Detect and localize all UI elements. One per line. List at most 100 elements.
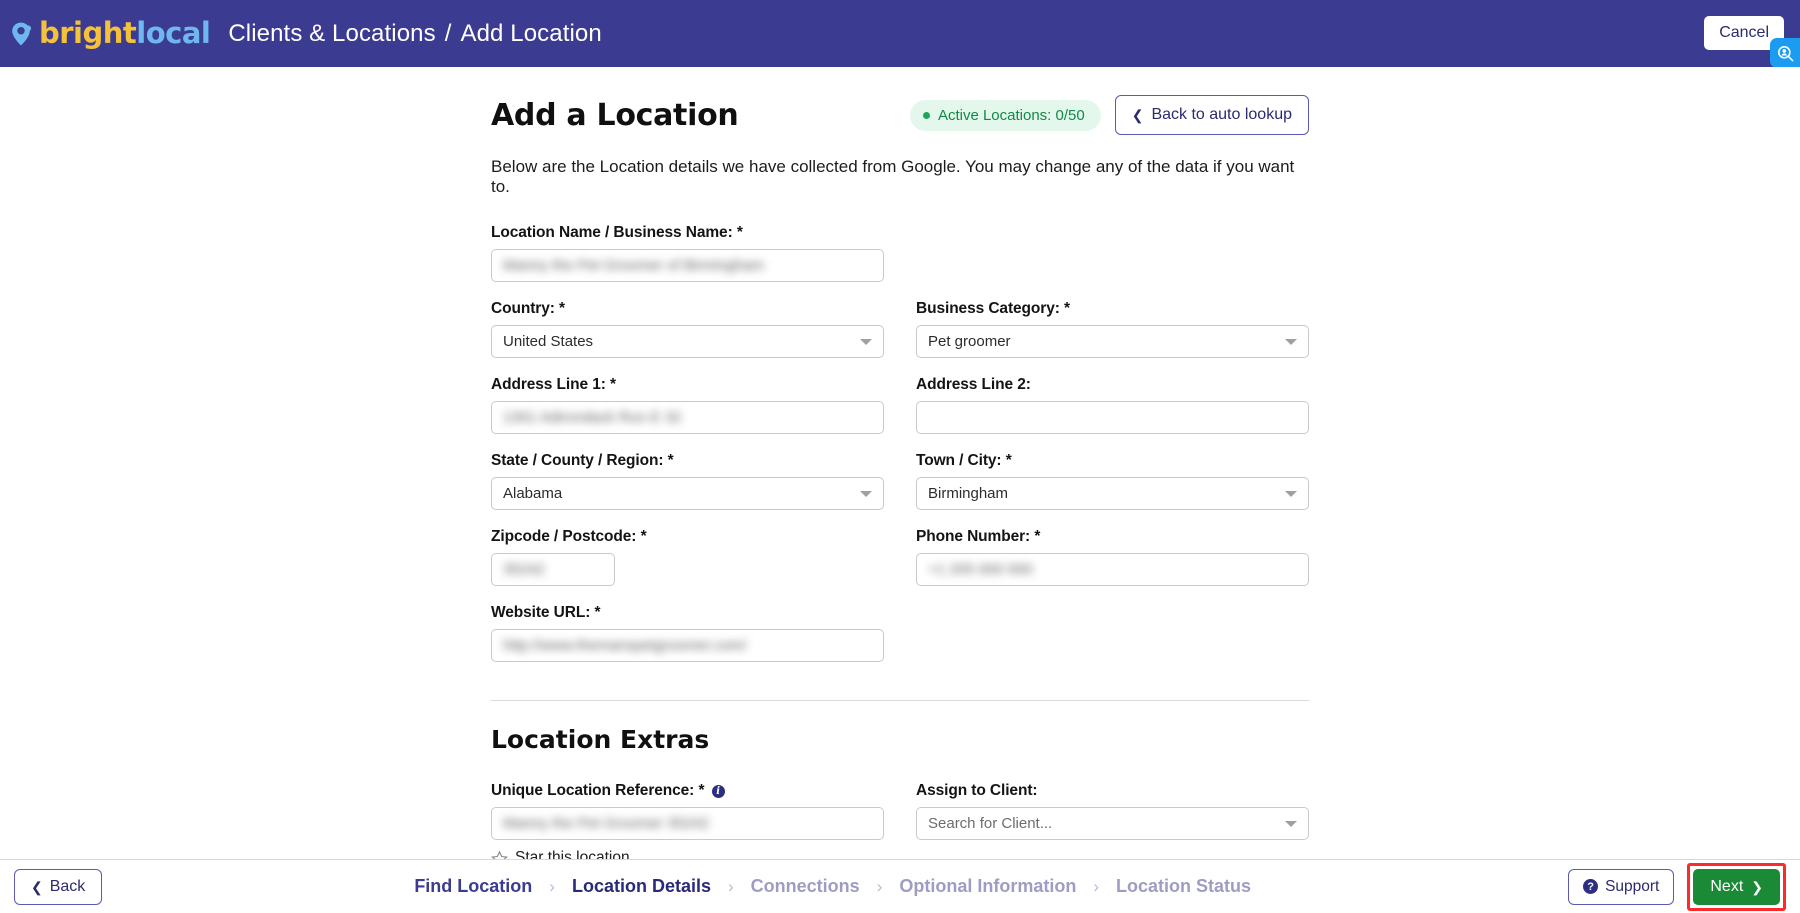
next-button[interactable]: Next ❯ [1693,869,1780,905]
form-container: Add a Location Active Locations: 0/50 ❮ … [491,67,1309,867]
input-zipcode[interactable]: 35242 [491,553,615,586]
page-title-actions: Active Locations: 0/50 ❮ Back to auto lo… [910,95,1309,135]
step-separator: › [877,877,883,897]
location-extras-form: Unique Location Reference: * i Manny the… [491,782,1309,847]
select-wrap-assign-to-client: Search for Client... [916,807,1309,840]
logo-text-bright: bright [39,16,136,50]
footer-actions: ? Support Next ❯ [1568,863,1786,911]
step-find-location[interactable]: Find Location [414,876,532,897]
label-zipcode-text: Zipcode / Postcode: [491,528,636,545]
support-button[interactable]: ? Support [1568,869,1674,905]
next-button-label: Next [1710,878,1743,896]
back-button-label: Back [50,878,86,896]
step-optional-information[interactable]: Optional Information [899,876,1076,897]
user-search-icon[interactable] [1770,38,1800,68]
label-location-name: Location Name / Business Name: * [491,224,884,242]
label-town-city-text: Town / City: [916,452,1001,469]
step-connections[interactable]: Connections [751,876,860,897]
breadcrumb-parent[interactable]: Clients & Locations [228,20,435,48]
step-separator: › [549,877,555,897]
required-asterisk: * [595,604,601,621]
label-address-line-2-text: Address Line 2: [916,376,1031,393]
user-search-glyph [1776,44,1795,63]
label-website-url-text: Website URL: [491,604,590,621]
required-asterisk: * [698,782,704,799]
select-country[interactable]: United States [491,325,884,358]
field-website-url: Website URL: * http://www.themanspetgroo… [491,604,884,662]
select-business-category[interactable]: Pet groomer [916,325,1309,358]
label-address-line-1-text: Address Line 1: [491,376,606,393]
section-title-location-extras: Location Extras [491,725,1309,754]
wizard-steps: Find Location › Location Details › Conne… [414,876,1251,897]
label-business-category: Business Category: * [916,300,1309,318]
select-wrap-state-region: Alabama [491,477,884,510]
back-button[interactable]: ❮ Back [14,869,102,905]
select-wrap-town-city: Birmingham [916,477,1309,510]
select-wrap-business-category: Pet groomer [916,325,1309,358]
field-business-category: Business Category: * Pet groomer [916,300,1309,358]
label-phone-number-text: Phone Number: [916,528,1030,545]
logo-text-local: local [136,16,210,50]
label-state-region: State / County / Region: * [491,452,884,470]
label-unique-location-reference: Unique Location Reference: * i [491,782,884,800]
select-assign-to-client[interactable]: Search for Client... [916,807,1309,840]
breadcrumb: Clients & Locations / Add Location [228,20,601,48]
info-icon[interactable]: i [712,785,725,798]
required-asterisk: * [1006,452,1012,469]
field-address-line-1: Address Line 1: * 1301 Adirondack Run E … [491,376,884,434]
input-location-name[interactable]: Manny the Pet Groomer of Birmingham [491,249,884,282]
app-header: brightlocal Clients & Locations / Add Lo… [0,0,1800,67]
input-unique-location-reference-value: Manny the Pet Groomer 35242 [503,815,709,832]
breadcrumb-separator: / [445,20,452,48]
section-divider [491,700,1309,701]
field-state-region: State / County / Region: * Alabama [491,452,884,510]
label-country-text: Country: [491,300,555,317]
label-unique-location-reference-text: Unique Location Reference: [491,782,694,799]
label-address-line-1: Address Line 1: * [491,376,884,394]
brightlocal-logo[interactable]: brightlocal [8,19,210,48]
required-asterisk: * [737,224,743,241]
label-zipcode: Zipcode / Postcode: * [491,528,884,546]
page-title: Add a Location [491,98,738,133]
input-unique-location-reference[interactable]: Manny the Pet Groomer 35242 [491,807,884,840]
input-address-line-1-value: 1301 Adirondack Run E 32 [503,409,681,426]
field-town-city: Town / City: * Birmingham [916,452,1309,510]
field-assign-to-client: Assign to Client: Search for Client... [916,782,1309,840]
step-separator: › [728,877,734,897]
input-website-url-value: http://www.themanspetgroomer.com/ [503,637,746,654]
location-details-form: Location Name / Business Name: * Manny t… [491,224,1309,680]
next-button-highlight: Next ❯ [1687,863,1786,911]
label-country: Country: * [491,300,884,318]
input-location-name-value: Manny the Pet Groomer of Birmingham [503,257,764,274]
active-locations-text: Active Locations: 0/50 [938,107,1085,124]
field-zipcode: Zipcode / Postcode: * 35242 [491,528,884,586]
input-phone-number[interactable]: +1 205 000 000 [916,553,1309,586]
label-website-url: Website URL: * [491,604,884,622]
required-asterisk: * [641,528,647,545]
page-body: Add a Location Active Locations: 0/50 ❮ … [0,67,1800,913]
input-address-line-1[interactable]: 1301 Adirondack Run E 32 [491,401,884,434]
wizard-footer: ❮ Back Find Location › Location Details … [0,859,1800,913]
back-to-auto-lookup-label: Back to auto lookup [1151,106,1292,124]
required-asterisk: * [610,376,616,393]
page-title-row: Add a Location Active Locations: 0/50 ❮ … [491,93,1309,137]
spacer [916,604,1309,680]
chevron-right-icon: ❯ [1751,880,1763,894]
breadcrumb-current: Add Location [460,20,601,48]
field-country: Country: * United States [491,300,884,358]
chevron-left-icon: ❮ [1132,108,1144,122]
input-website-url[interactable]: http://www.themanspetgroomer.com/ [491,629,884,662]
label-assign-to-client-text: Assign to Client: [916,782,1037,799]
field-location-name: Location Name / Business Name: * Manny t… [491,224,884,282]
required-asterisk: * [668,452,674,469]
field-phone-number: Phone Number: * +1 205 000 000 [916,528,1309,586]
status-dot-icon [923,112,930,119]
label-business-category-text: Business Category: [916,300,1060,317]
step-location-details[interactable]: Location Details [572,876,711,897]
back-to-auto-lookup-button[interactable]: ❮ Back to auto lookup [1115,95,1309,135]
select-town-city[interactable]: Birmingham [916,477,1309,510]
label-assign-to-client: Assign to Client: [916,782,1309,800]
input-address-line-2[interactable] [916,401,1309,434]
select-state-region[interactable]: Alabama [491,477,884,510]
step-location-status[interactable]: Location Status [1116,876,1251,897]
